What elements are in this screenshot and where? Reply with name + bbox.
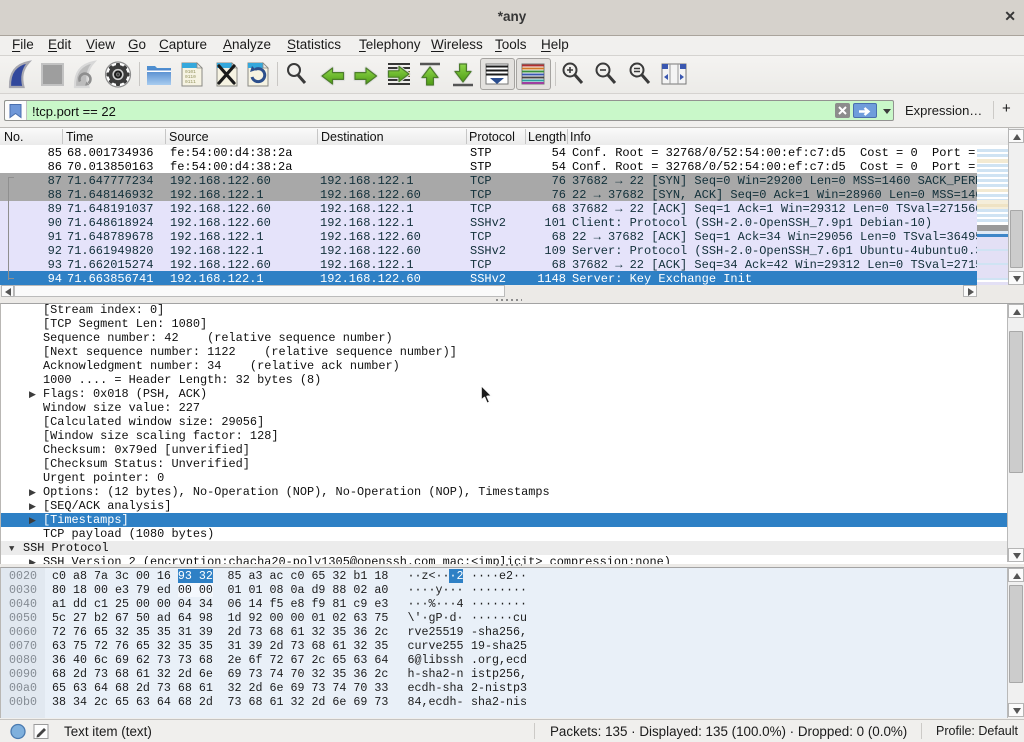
svg-text:0111: 0111 [185,79,196,85]
